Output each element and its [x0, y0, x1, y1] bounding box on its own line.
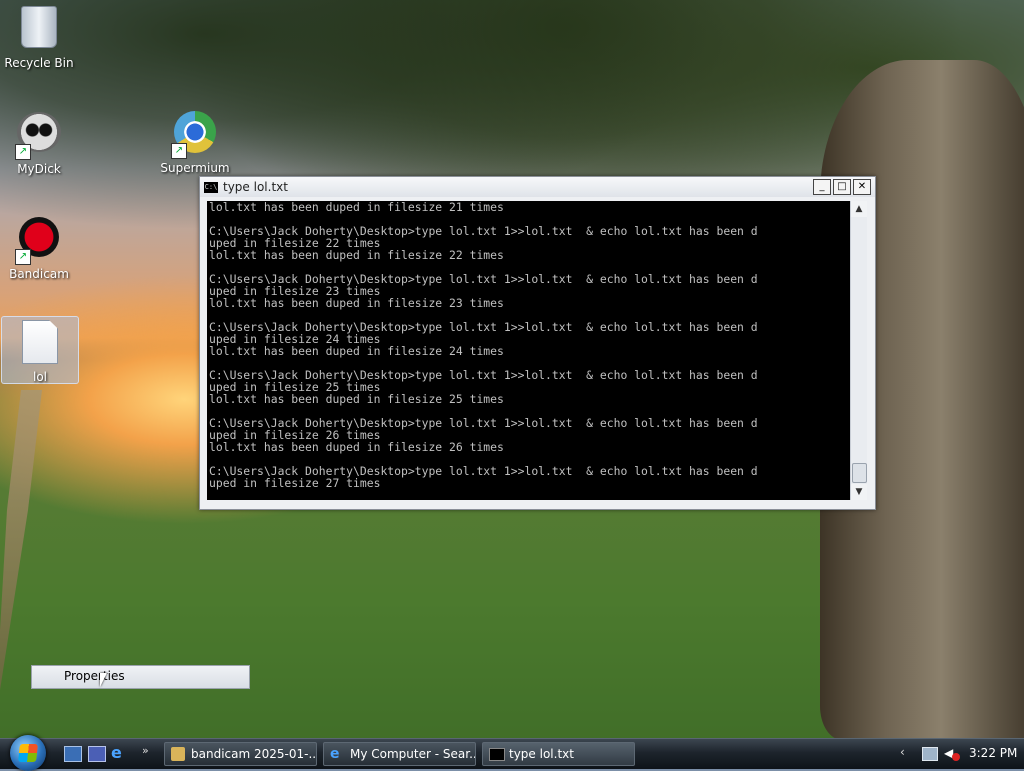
switch-windows-icon[interactable]: [88, 746, 106, 762]
console-line: lol.txt has been duped in filesize 25 ti…: [209, 392, 504, 406]
desktop-icon-label: lol: [32, 370, 47, 384]
quick-launch-more-button[interactable]: »: [142, 745, 158, 760]
scroll-thumb[interactable]: [852, 463, 867, 483]
desktop-icon-mydick[interactable]: ↗ MyDick: [1, 108, 77, 176]
taskbar-item-bandicam[interactable]: bandicam 2025-01-...: [164, 742, 317, 766]
scroll-down-button[interactable]: ▼: [851, 484, 867, 500]
internet-explorer-icon: e: [330, 746, 340, 762]
context-menu-item-properties[interactable]: Properties: [32, 666, 249, 683]
network-icon[interactable]: [922, 747, 938, 761]
console-title: type lol.txt: [223, 180, 288, 194]
desktop-icon-label: Bandicam: [9, 267, 69, 281]
console-line: lol.txt has been duped in filesize 22 ti…: [209, 248, 504, 262]
volume-muted-icon[interactable]: ◀: [944, 746, 960, 761]
system-tray: ‹ ◀ 3:22 PM: [864, 739, 1024, 769]
tray-expand-icon[interactable]: ‹: [900, 745, 905, 759]
desktop-icon-lol[interactable]: lol: [1, 316, 79, 384]
clock[interactable]: 3:22 PM: [969, 746, 1017, 760]
start-button[interactable]: [10, 735, 46, 771]
shortcut-arrow-icon: ↗: [171, 143, 187, 159]
console-line: lol.txt has been duped in filesize 23 ti…: [209, 296, 504, 310]
desktop-icon-recycle-bin[interactable]: Recycle Bin: [1, 2, 77, 70]
close-button[interactable]: ✕: [853, 179, 871, 195]
taskbar-item-label: type lol.txt: [509, 747, 574, 761]
console-titlebar[interactable]: C:\ type lol.txt _ □ ✕: [200, 177, 875, 197]
console-line: lol.txt has been duped in filesize 26 ti…: [209, 440, 504, 454]
show-desktop-icon[interactable]: [64, 746, 82, 762]
minimize-button[interactable]: _: [813, 179, 831, 195]
console-icon: C:\: [204, 181, 218, 193]
taskbar-item-label: My Computer - Sear...: [350, 747, 476, 761]
browser-icon: ↗: [171, 111, 219, 159]
windows-logo-icon: [18, 744, 38, 762]
scroll-up-button[interactable]: ▲: [851, 201, 867, 217]
console-icon: [489, 748, 505, 761]
console-scrollbar[interactable]: ▲ ▼: [850, 201, 867, 500]
folder-icon: [171, 747, 185, 761]
desktop-icon-label: Supermium: [160, 161, 230, 175]
desktop-icon-label: MyDick: [17, 162, 61, 176]
text-file-icon: [16, 320, 64, 368]
context-menu: Properties: [31, 665, 250, 689]
taskbar-item-label: bandicam 2025-01-...: [191, 747, 317, 761]
console-output[interactable]: lol.txt has been duped in filesize 21 ti…: [207, 201, 854, 500]
desktop-icon-bandicam[interactable]: ↗ Bandicam: [1, 213, 77, 281]
console-window[interactable]: C:\ type lol.txt _ □ ✕ lol.txt has been …: [199, 176, 876, 510]
taskbar-item-my-computer[interactable]: e My Computer - Sear...: [323, 742, 476, 766]
raccoon-icon: ↗: [15, 112, 63, 160]
shortcut-arrow-icon: ↗: [15, 144, 31, 160]
taskbar-item-console[interactable]: type lol.txt: [482, 742, 635, 766]
taskbar: e » bandicam 2025-01-... e My Computer -…: [0, 735, 1024, 771]
console-line: lol.txt has been duped in filesize 21 ti…: [209, 201, 504, 214]
recycle-bin-icon: [15, 6, 63, 54]
maximize-button[interactable]: □: [833, 179, 851, 195]
shortcut-arrow-icon: ↗: [15, 249, 31, 265]
desktop-icon-label: Recycle Bin: [4, 56, 74, 70]
mouse-cursor-icon: [100, 673, 107, 687]
console-line: lol.txt has been duped in filesize 24 ti…: [209, 344, 504, 358]
record-icon: ↗: [15, 217, 63, 265]
wallpaper-path: [0, 390, 42, 690]
internet-explorer-icon[interactable]: e: [111, 745, 127, 761]
desktop-icon-supermium[interactable]: ↗ Supermium: [157, 108, 233, 175]
console-line: uped in filesize 27 times: [209, 476, 381, 490]
